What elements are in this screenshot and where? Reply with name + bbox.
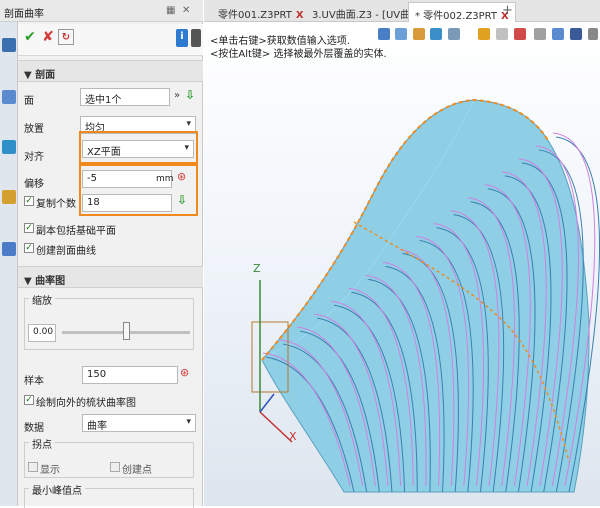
side-toolbar — [0, 22, 18, 506]
close-icon[interactable]: X — [296, 10, 304, 21]
color-icon[interactable] — [570, 28, 582, 40]
inflection-show-label: 显示 — [40, 465, 60, 476]
palette-icon[interactable] — [2, 190, 16, 204]
profile-curvature-dialog: 剖面曲率 ▦ ✕ ✔ ✘ ↻ i ▼ 剖面 面 选中1个 » ⇩ 放置 均匀 对… — [0, 0, 203, 508]
section-profile-header[interactable]: ▼ 剖面 — [18, 60, 203, 82]
green-arrow-icon[interactable]: ⇩ — [185, 88, 195, 102]
3d-viewport[interactable]: Z X — [204, 22, 600, 506]
gear-icon[interactable] — [2, 38, 16, 52]
wire-icon[interactable] — [496, 28, 508, 40]
min-peak-group-title: 最小峰值点 — [29, 482, 85, 497]
inflection-create-checkbox[interactable] — [110, 462, 120, 472]
add-tab-button[interactable]: + — [502, 3, 513, 18]
create-profile-curve-label: 创建剖面曲线 — [36, 246, 96, 257]
pause-icon[interactable] — [191, 29, 201, 47]
inflection-show-checkbox[interactable] — [28, 462, 38, 472]
hint-alt-key: <按住Alt键> 选择被最外层覆盖的实体. — [210, 49, 387, 60]
close-icon[interactable]: ✕ — [182, 5, 190, 16]
inflection-create-label: 创建点 — [122, 465, 152, 476]
sample-input[interactable]: 150 — [82, 366, 178, 384]
data-label: 数据 — [24, 423, 44, 434]
surface-view — [251, 98, 600, 493]
lines-icon[interactable] — [534, 28, 546, 40]
data-select[interactable]: 曲率 — [82, 414, 196, 432]
ok-button[interactable]: ✔ — [22, 29, 38, 45]
filter-icon[interactable] — [378, 28, 390, 40]
shade-icon[interactable] — [430, 28, 442, 40]
placement-label: 放置 — [24, 124, 44, 135]
offset-copy-highlight — [79, 164, 198, 216]
draw-outward-label: 绘制向外的梳状曲率图 — [36, 398, 136, 409]
layers-icon[interactable] — [2, 140, 16, 154]
help-icon[interactable]: i — [176, 29, 188, 47]
align-label: 对齐 — [24, 152, 44, 163]
user-icon[interactable] — [2, 242, 16, 256]
y-axis — [259, 393, 275, 413]
x-axis-label: X — [289, 430, 297, 443]
create-profile-curve-checkbox[interactable]: ✓ — [24, 243, 34, 253]
section-curvature-header[interactable]: ▼ 曲率图 — [18, 266, 203, 288]
pin-icon[interactable]: ▦ — [166, 5, 175, 16]
double-chevron-icon[interactable]: » — [174, 90, 180, 101]
draw-outward-checkbox[interactable]: ✓ — [24, 395, 34, 405]
box-icon[interactable] — [478, 28, 490, 40]
display-icon[interactable] — [448, 28, 460, 40]
tree-icon[interactable] — [2, 90, 16, 104]
cancel-button[interactable]: ✘ — [40, 29, 56, 45]
dialog-action-bar: ✔ ✘ ↻ i — [18, 24, 203, 56]
min-peak-group: 最小峰值点 — [24, 482, 194, 508]
include-base-plane-checkbox[interactable]: ✓ — [24, 223, 34, 233]
scale-slider-thumb[interactable] — [123, 322, 130, 340]
copy-count-label: 复制个数 — [36, 199, 76, 210]
scale-group-title: 缩放 — [29, 292, 55, 307]
section-icon[interactable] — [514, 28, 526, 40]
include-base-plane-label: 副本包括基础平面 — [36, 226, 116, 237]
pick-icon[interactable] — [395, 28, 407, 40]
dialog-title: 剖面曲率 — [4, 9, 44, 20]
offset-label: 偏移 — [24, 179, 44, 190]
inflection-group-title: 拐点 — [29, 436, 55, 451]
face-input[interactable]: 选中1个 — [80, 88, 170, 106]
copy-count-checkbox[interactable]: ✓ — [24, 196, 34, 206]
face-label: 面 — [24, 96, 34, 107]
tab-part001[interactable]: 零件001.Z3PRT X — [212, 2, 310, 22]
cube-icon[interactable] — [413, 28, 425, 40]
dialog-title-bar: 剖面曲率 ▦ ✕ — [0, 0, 203, 22]
more-icon[interactable] — [588, 28, 598, 40]
scale-value[interactable]: 0.00 — [28, 324, 56, 342]
z-axis-label: Z — [253, 262, 261, 275]
document-tab-bar: 零件001.Z3PRTX 3.UV曲面.Z3 - [UV曲面]X * 零件002… — [204, 0, 600, 22]
sample-label: 样本 — [24, 376, 44, 387]
align-highlight — [79, 131, 198, 164]
target-icon[interactable]: ⊛ — [180, 366, 189, 379]
apply-button[interactable]: ↻ — [58, 29, 74, 45]
tab-part002[interactable]: * 零件002.Z3PRT X — [408, 2, 516, 22]
x-axis — [259, 411, 293, 443]
view-icon[interactable] — [552, 28, 564, 40]
